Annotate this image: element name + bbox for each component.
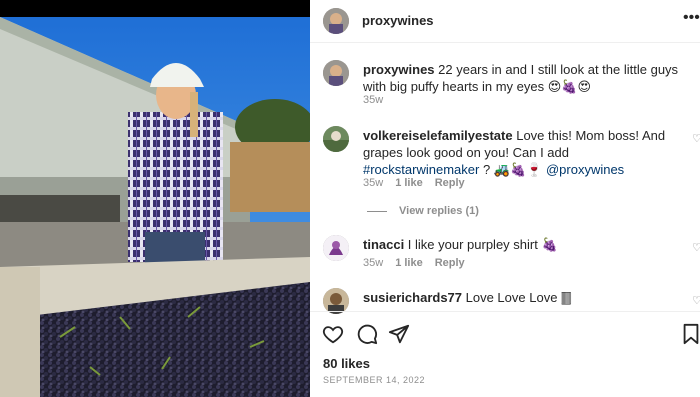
comment-likes[interactable]: 1 like <box>395 257 423 269</box>
author-username[interactable]: proxywines <box>362 13 434 28</box>
caption-text: proxywines 22 years in and I still look … <box>363 61 683 95</box>
comment-icon[interactable] <box>356 323 378 350</box>
comment-meta: 35w 1 like Reply <box>363 177 477 189</box>
caption-meta: 35w <box>363 94 395 106</box>
top-black-bar <box>0 0 310 17</box>
comment-username[interactable]: tinacci <box>363 237 404 252</box>
comment-username[interactable]: volkereiselefamilyestate <box>363 128 513 143</box>
comment-age: 35w <box>363 177 384 189</box>
comment-username[interactable]: susierichards77 <box>363 290 462 305</box>
like-comment-heart-icon[interactable]: ♡ <box>692 132 700 145</box>
caption-username[interactable]: proxywines <box>363 62 435 77</box>
reply-button[interactable]: Reply <box>435 257 465 269</box>
bookmark-icon[interactable] <box>681 323 700 350</box>
comment-avatar[interactable] <box>323 235 349 261</box>
comment-avatar[interactable] <box>323 126 349 152</box>
comment-meta: 35w 1 like Reply <box>363 257 477 269</box>
post-header: proxywines ••• <box>310 0 700 43</box>
caption-avatar[interactable] <box>323 60 349 86</box>
hashtag-link[interactable]: #rockstarwinemaker <box>363 162 479 177</box>
reply-button[interactable]: Reply <box>435 177 465 189</box>
comment-text: tinacci I like your purpley shirt 🍇 <box>363 237 558 252</box>
share-icon[interactable] <box>388 323 410 350</box>
like-comment-heart-icon[interactable]: ♡ <box>692 294 700 307</box>
comment-text: susierichards77 Love Love Love 🀫 <box>363 290 572 305</box>
more-options-icon[interactable]: ••• <box>683 10 700 26</box>
heart-icon[interactable] <box>322 323 344 350</box>
comment-age: 35w <box>363 257 384 269</box>
post-date: SEPTEMBER 14, 2022 <box>323 375 426 385</box>
author-avatar[interactable] <box>323 8 349 34</box>
post-photo[interactable] <box>0 17 310 397</box>
post-actions: 80 likes SEPTEMBER 14, 2022 <box>310 311 700 397</box>
post-details-panel: proxywines ••• proxywines 22 years in an… <box>310 0 700 397</box>
replies-divider <box>367 210 387 212</box>
view-replies-label: View replies (1) <box>399 205 479 217</box>
comment-likes[interactable]: 1 like <box>395 177 423 189</box>
comment-text: volkereiselefamilyestate Love this! Mom … <box>363 128 666 177</box>
likes-count[interactable]: 80 likes <box>323 356 370 371</box>
like-comment-heart-icon[interactable]: ♡ <box>692 241 700 254</box>
view-replies-button[interactable]: View replies (1) <box>367 205 479 217</box>
caption-age: 35w <box>363 94 384 106</box>
mention-link[interactable]: @proxywines <box>546 162 624 177</box>
